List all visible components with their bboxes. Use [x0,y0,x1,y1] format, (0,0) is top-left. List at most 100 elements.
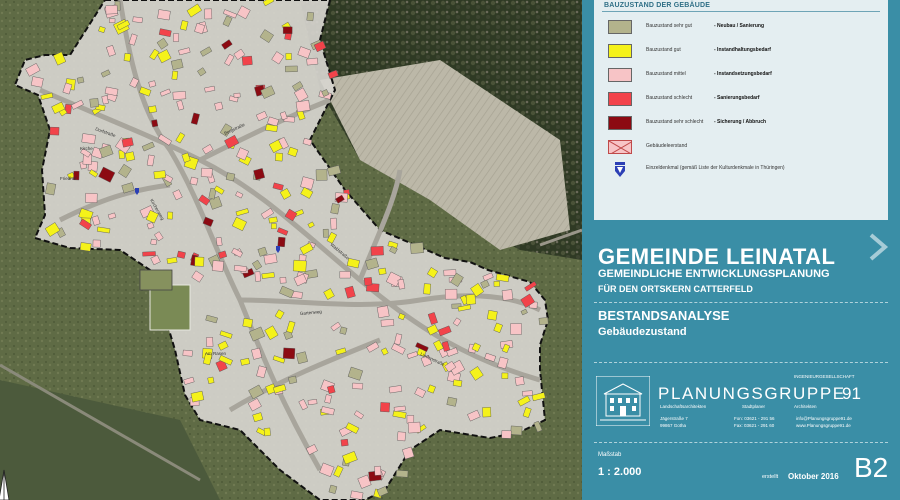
building[interactable] [271,223,277,230]
building[interactable] [49,126,60,136]
building[interactable] [85,192,98,203]
building[interactable] [407,421,421,434]
building[interactable] [242,317,254,328]
building[interactable] [444,288,458,300]
building[interactable] [288,375,298,385]
building[interactable] [263,427,271,437]
building[interactable] [510,425,523,436]
building[interactable] [443,269,457,277]
building[interactable] [482,406,492,418]
building[interactable] [123,52,132,62]
building[interactable] [148,105,157,114]
building[interactable] [204,8,213,20]
building[interactable] [225,172,236,182]
building[interactable] [268,216,278,224]
map-view[interactable]: Dorfstraße Kirchenweg Bergstraße Lindens… [0,0,582,500]
building[interactable] [279,276,287,284]
building[interactable] [380,319,395,327]
building[interactable] [105,4,118,15]
firm-block: INGENIEURGESELLSCHAFT PLANUNGSGRUPPE 91 … [594,372,888,434]
building[interactable] [378,267,387,275]
map-canvas[interactable]: Dorfstraße Kirchenweg Bergstraße Lindens… [0,0,582,500]
building[interactable] [330,217,337,230]
building[interactable] [487,310,498,321]
building[interactable] [307,398,318,406]
building[interactable] [446,396,458,407]
building[interactable] [233,92,241,98]
building[interactable] [142,251,156,257]
building[interactable] [124,151,136,162]
building[interactable] [370,246,384,256]
building[interactable] [89,98,99,108]
firm-email[interactable]: info@Planungsgruppe91.de [796,416,852,421]
building[interactable] [292,259,307,272]
building[interactable] [200,167,213,178]
building[interactable] [374,465,382,476]
building[interactable] [452,379,463,387]
building[interactable] [522,390,533,397]
building[interactable] [205,337,214,347]
building[interactable] [538,317,549,326]
building[interactable] [501,372,509,379]
building[interactable] [189,176,199,186]
building[interactable] [194,256,205,267]
building[interactable] [109,18,116,24]
building[interactable] [182,349,193,357]
building[interactable] [322,228,329,238]
building[interactable] [493,281,500,287]
building[interactable] [330,203,340,215]
building[interactable] [157,9,171,21]
building[interactable] [211,260,224,272]
firm-website[interactable]: www.Planungsgruppe91.de [796,423,851,428]
building[interactable] [295,99,311,113]
building[interactable] [306,57,319,66]
building[interactable] [380,402,390,413]
building[interactable] [339,271,351,279]
building[interactable] [465,294,477,305]
building[interactable] [501,430,512,439]
building[interactable] [285,53,292,61]
building[interactable] [150,238,158,246]
building[interactable] [263,253,278,265]
building[interactable] [410,242,424,254]
building[interactable] [352,382,364,390]
building[interactable] [501,289,514,301]
building[interactable] [132,16,143,24]
building[interactable] [153,170,166,179]
building[interactable] [30,76,44,88]
building[interactable] [376,305,390,319]
building[interactable] [207,376,215,384]
building[interactable] [79,242,92,252]
chevron-right-icon[interactable] [865,232,891,262]
building[interactable] [282,347,296,360]
building[interactable] [275,152,283,162]
building[interactable] [282,26,293,34]
building[interactable] [340,438,349,447]
building[interactable] [285,65,298,73]
building[interactable] [514,376,525,386]
building[interactable] [45,182,57,196]
building[interactable] [167,211,174,220]
building[interactable] [423,283,431,295]
building[interactable] [172,91,187,100]
building[interactable] [214,101,224,111]
building[interactable] [76,76,85,84]
building[interactable] [306,11,314,22]
building[interactable] [510,323,522,335]
building[interactable] [92,239,101,248]
building[interactable] [395,469,409,478]
building[interactable] [254,271,261,282]
building[interactable] [315,169,328,181]
building[interactable] [151,119,159,128]
sheet-code: B2 [854,452,889,483]
building[interactable] [171,70,179,80]
building[interactable] [396,431,406,442]
place-label-friedhof: Friedhof [60,176,77,181]
building[interactable] [363,277,373,286]
building[interactable] [215,236,223,247]
building[interactable] [173,33,180,42]
building[interactable] [241,55,253,66]
building[interactable] [277,236,286,248]
building[interactable] [81,133,96,145]
building[interactable] [406,415,415,424]
